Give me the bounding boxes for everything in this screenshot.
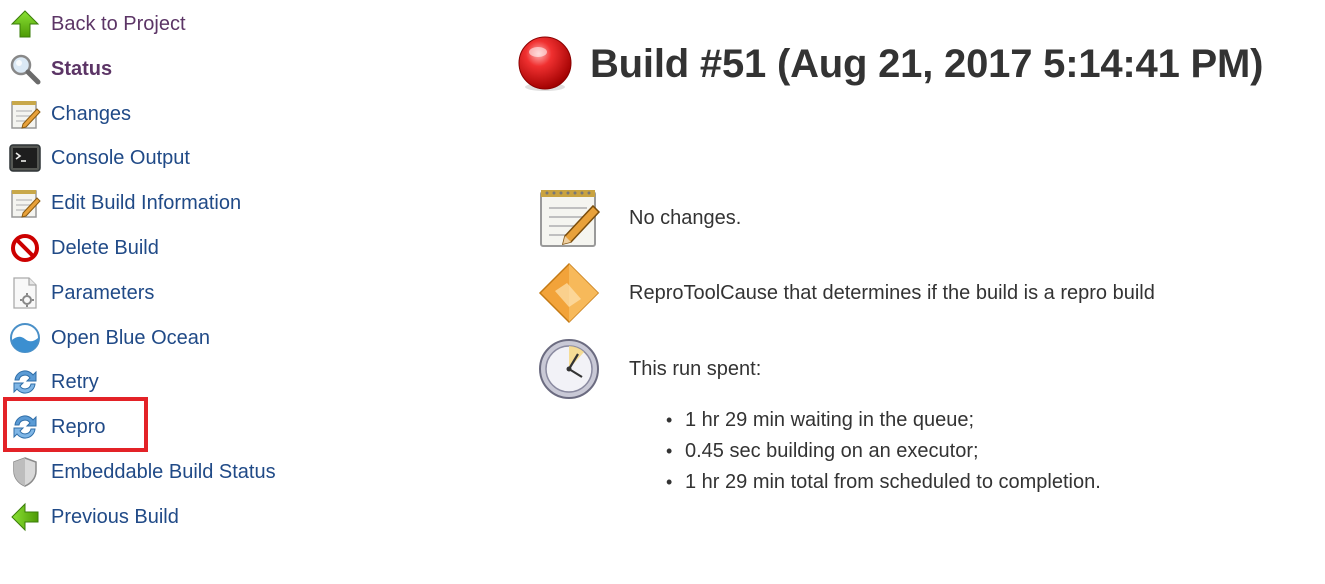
terminal-icon xyxy=(8,141,42,175)
sidebar-item-embeddable-build-status[interactable]: Embeddable Build Status xyxy=(8,452,276,492)
notepad-icon xyxy=(8,186,42,220)
magnifier-icon xyxy=(8,52,42,86)
sidebar-item-previous-build[interactable]: Previous Build xyxy=(8,497,179,537)
sidebar-item-console-output[interactable]: Console Output xyxy=(8,138,190,178)
blue-ocean-icon xyxy=(8,321,42,355)
up-arrow-icon xyxy=(8,7,42,41)
sidebar-item-label: Console Output xyxy=(51,146,190,169)
sidebar-item-parameters[interactable]: Parameters xyxy=(8,273,154,313)
build-cause: ReproToolCause that determines if the bu… xyxy=(536,260,1155,326)
timing-list: 1 hr 29 min waiting in the queue; 0.45 s… xyxy=(666,405,1101,498)
notepad-icon xyxy=(8,97,42,131)
highlight-annotation xyxy=(3,397,148,452)
list-item: 1 hr 29 min total from scheduled to comp… xyxy=(666,467,1101,498)
sidebar-item-back-to-project[interactable]: Back to Project xyxy=(8,4,186,44)
sidebar-item-label: Embeddable Build Status xyxy=(51,460,276,483)
sidebar-item-label: Previous Build xyxy=(51,505,179,528)
sidebar-item-label: Edit Build Information xyxy=(51,191,242,214)
sidebar-item-status[interactable]: Status xyxy=(8,49,112,89)
document-gear-icon xyxy=(8,276,42,310)
changes-text: No changes. xyxy=(629,206,742,229)
sidebar-item-label: Changes xyxy=(51,102,132,125)
clock-icon xyxy=(536,336,602,402)
cause-text: ReproToolCause that determines if the bu… xyxy=(629,281,1155,304)
timing-heading: This run spent: xyxy=(629,357,762,380)
sidebar-item-open-blue-ocean[interactable]: Open Blue Ocean xyxy=(8,318,210,358)
cause-diamond-icon xyxy=(536,260,602,326)
sidebar-item-changes[interactable]: Changes xyxy=(8,94,131,134)
sidebar-item-retry[interactable]: Retry xyxy=(8,362,99,402)
list-item: 1 hr 29 min waiting in the queue; xyxy=(666,405,1101,436)
sidebar-item-label: Delete Build xyxy=(51,236,159,259)
changes-summary: No changes. xyxy=(536,185,741,251)
timing-summary: This run spent: xyxy=(536,336,761,402)
notepad-icon xyxy=(536,185,602,251)
shield-icon xyxy=(8,455,42,489)
red-status-ball-icon xyxy=(516,35,574,93)
page-title: Build #51 (Aug 21, 2017 5:14:41 PM) xyxy=(590,41,1264,86)
sidebar-item-edit-build-information[interactable]: Edit Build Information xyxy=(8,183,241,223)
page-title-row: Build #51 (Aug 21, 2017 5:14:41 PM) xyxy=(516,35,1263,93)
sidebar-item-delete-build[interactable]: Delete Build xyxy=(8,228,159,268)
sidebar-item-label: Status xyxy=(51,57,113,80)
list-item: 0.45 sec building on an executor; xyxy=(666,436,1101,467)
sidebar-item-label: Open Blue Ocean xyxy=(51,326,210,349)
refresh-icon xyxy=(8,365,42,399)
no-entry-icon xyxy=(8,231,42,265)
left-arrow-icon xyxy=(8,500,42,534)
sidebar-item-label: Back to Project xyxy=(51,12,186,35)
sidebar-item-label: Parameters xyxy=(51,281,155,304)
sidebar-item-label: Retry xyxy=(51,370,99,393)
